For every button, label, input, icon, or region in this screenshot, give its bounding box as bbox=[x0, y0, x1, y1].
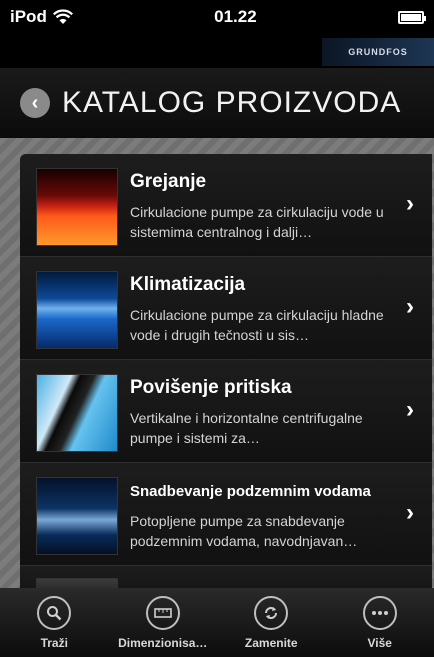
partial-thumbnail bbox=[36, 578, 118, 588]
list-item-klimatizacija[interactable]: Klimatizacija Cirkulacione pumpe za cirk… bbox=[20, 257, 432, 360]
replace-icon bbox=[254, 596, 289, 630]
tab-label: Zamenite bbox=[244, 636, 298, 650]
list-item-povisenje-pritiska[interactable]: Povišenje pritiska Vertikalne i horizont… bbox=[20, 360, 432, 463]
tab-search[interactable]: Traži bbox=[0, 588, 109, 657]
chevron-right-icon: › bbox=[406, 396, 414, 423]
item-description: Cirkulacione pumpe za cirkulaciju vode u… bbox=[130, 204, 384, 240]
pressure-boost-thumbnail bbox=[36, 374, 118, 452]
wifi-icon bbox=[52, 9, 73, 24]
title-bar: ‹ KATALOG PROIZVODA bbox=[0, 68, 434, 138]
tab-label: Traži bbox=[40, 636, 68, 650]
item-title: Snadbevanje podzemnim vodama bbox=[130, 483, 371, 500]
chevron-right-icon: › bbox=[406, 293, 414, 320]
tab-replace[interactable]: Zamenite bbox=[217, 588, 326, 657]
grundfos-logo: GRUNDFOS bbox=[322, 38, 434, 66]
search-icon bbox=[37, 596, 72, 630]
status-bar: iPod 01.22 bbox=[0, 0, 434, 34]
list-item-partial[interactable] bbox=[20, 566, 432, 588]
item-title: Grejanje bbox=[130, 171, 207, 192]
product-list: Grejanje Cirkulacione pumpe za cirkulaci… bbox=[20, 154, 432, 588]
page-title: KATALOG PROIZVODA bbox=[62, 86, 402, 119]
tab-label: Više bbox=[367, 636, 392, 650]
battery-icon bbox=[397, 10, 426, 24]
tab-more[interactable]: Više bbox=[326, 588, 434, 657]
status-time: 01.22 bbox=[214, 7, 257, 26]
device-name: iPod bbox=[10, 7, 47, 26]
chevron-right-icon: › bbox=[406, 190, 414, 217]
status-left: iPod bbox=[10, 7, 73, 27]
item-title: Povišenje pritiska bbox=[130, 377, 292, 398]
list-item-podzemne-vode[interactable]: Snadbevanje podzemnim vodama Potopljene … bbox=[20, 463, 432, 566]
back-arrow-icon: ‹ bbox=[31, 91, 39, 114]
item-title: Klimatizacija bbox=[130, 274, 246, 295]
groundwater-thumbnail bbox=[36, 477, 118, 555]
climate-thumbnail bbox=[36, 271, 118, 349]
item-description: Cirkulacione pumpe za cirkulaciju hladne… bbox=[130, 307, 384, 343]
tab-sizing[interactable]: Dimenzionisa… bbox=[109, 588, 218, 657]
item-description: Potopljene pumpe za snabdevanje podzemni… bbox=[130, 513, 358, 549]
chevron-right-icon: › bbox=[406, 499, 414, 526]
ruler-icon bbox=[145, 596, 180, 630]
heating-thumbnail bbox=[36, 168, 118, 246]
back-button[interactable]: ‹ bbox=[20, 88, 50, 118]
tab-label: Dimenzionisa… bbox=[118, 636, 208, 650]
more-icon bbox=[362, 596, 397, 630]
tab-bar: Traži Dimenzionisa… Zamenite Više bbox=[0, 588, 434, 657]
content-area: Grejanje Cirkulacione pumpe za cirkulaci… bbox=[0, 138, 434, 588]
list-item-grejanje[interactable]: Grejanje Cirkulacione pumpe za cirkulaci… bbox=[20, 154, 432, 257]
item-description: Vertikalne i horizontalne centrifugalne … bbox=[130, 410, 363, 446]
